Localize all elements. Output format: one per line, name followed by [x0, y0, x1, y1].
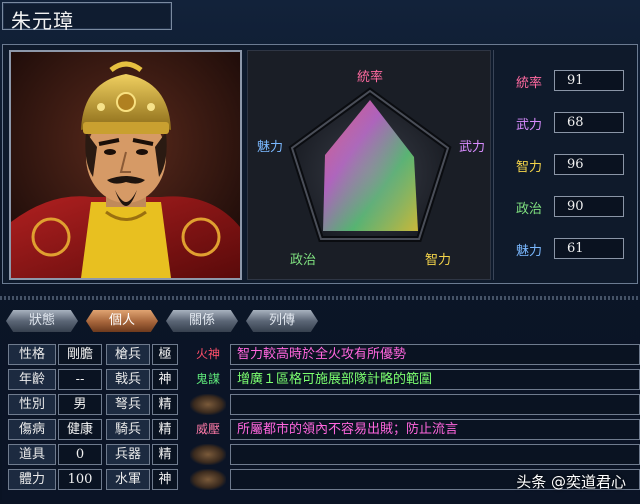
stat-row-politics: 政治 90	[510, 196, 628, 218]
stat-label: 智力	[516, 160, 543, 175]
stat-label: 政治	[516, 202, 543, 217]
portrait-image	[11, 52, 240, 278]
stat-label: 武力	[516, 118, 543, 133]
officer-portrait	[9, 50, 242, 280]
troop-aptitude: 神	[152, 369, 178, 390]
troop-aptitude: 極	[152, 344, 178, 365]
attr-label: 道具	[8, 444, 56, 465]
skill-name[interactable]: 火神	[190, 344, 226, 365]
ability-radar-chart: 統率 武力 智力 政治 魅力	[247, 50, 491, 280]
skill-row-empty	[190, 394, 640, 415]
skill-description: 所屬都市的領內不容易出賊；防止流言	[230, 419, 640, 440]
attr-value: 健康	[58, 419, 102, 440]
stat-value: 96	[554, 154, 624, 175]
radar-label-command: 統率	[357, 69, 383, 85]
troop-aptitude: 神	[152, 469, 178, 490]
troop-aptitude: 精	[152, 394, 178, 415]
stat-value: 90	[554, 196, 624, 217]
attr-value: --	[58, 369, 102, 390]
stat-label: 魅力	[516, 244, 543, 259]
attr-value: 剛膽	[58, 344, 102, 365]
radar-label-politics: 政治	[290, 253, 316, 268]
troop-label: 兵器	[106, 444, 150, 465]
radar-label-war: 武力	[459, 140, 485, 155]
stat-row-intelligence: 智力 96	[510, 154, 628, 176]
skill-description: 增廣１區格可施展部隊計略的範圍	[230, 369, 640, 390]
radar-label-intelligence: 智力	[425, 253, 451, 268]
skill-row: 火神 智力較高時於全火攻有所優勢	[190, 344, 640, 365]
stat-label: 統率	[516, 76, 543, 91]
attr-label: 傷病	[8, 419, 56, 440]
troop-label: 騎兵	[106, 419, 150, 440]
attr-label: 性格	[8, 344, 56, 365]
officer-overview-panel: 統率 武力 智力 政治 魅力 統率 91 武力 68 智力 96 政治 90 魅…	[2, 44, 638, 284]
skill-row: 鬼謀 增廣１區格可施展部隊計略的範圍	[190, 369, 640, 390]
skill-description	[230, 444, 640, 465]
stat-row-war: 武力 68	[510, 112, 628, 134]
attr-value: 男	[58, 394, 102, 415]
stat-value: 91	[554, 70, 624, 91]
officer-name-box: 朱元璋	[2, 2, 172, 33]
radar-label-charisma: 魅力	[257, 140, 283, 155]
attr-value: 100	[58, 469, 102, 490]
tab-status[interactable]: 狀態	[6, 310, 78, 332]
officer-name: 朱元璋	[11, 9, 74, 33]
empty-skill-slot	[190, 469, 226, 490]
section-divider	[0, 296, 640, 300]
attr-label: 體力	[8, 469, 56, 490]
troop-label: 水軍	[106, 469, 150, 490]
attr-label: 性別	[8, 394, 56, 415]
troop-label: 槍兵	[106, 344, 150, 365]
skill-name[interactable]: 威壓	[190, 419, 226, 440]
attr-value: 0	[58, 444, 102, 465]
skill-row: 威壓 所屬都市的領內不容易出賊；防止流言	[190, 419, 640, 440]
skill-name[interactable]: 鬼謀	[190, 369, 226, 390]
skill-row-empty	[190, 444, 640, 465]
stat-row-charisma: 魅力 61	[510, 238, 628, 260]
stat-row-command: 統率 91	[510, 70, 628, 92]
attr-label: 年齡	[8, 369, 56, 390]
troop-label: 戟兵	[106, 369, 150, 390]
stat-value: 68	[554, 112, 624, 133]
troop-aptitude: 精	[152, 419, 178, 440]
troop-aptitude: 精	[152, 444, 178, 465]
skill-description: 智力較高時於全火攻有所優勢	[230, 344, 640, 365]
stat-value: 61	[554, 238, 624, 259]
skill-description	[230, 394, 640, 415]
tab-relations[interactable]: 關係	[166, 310, 238, 332]
troop-label: 弩兵	[106, 394, 150, 415]
tab-personal[interactable]: 個人	[86, 310, 158, 332]
empty-skill-slot	[190, 394, 226, 415]
watermark: 头条 @奕道君心	[516, 473, 626, 491]
empty-skill-slot	[190, 444, 226, 465]
tab-biography[interactable]: 列傳	[246, 310, 318, 332]
radar-svg: 統率 武力 智力 政治 魅力	[257, 69, 485, 268]
stats-panel: 統率 91 武力 68 智力 96 政治 90 魅力 61	[493, 50, 635, 280]
info-tabs: 狀態 個人 關係 列傳	[6, 310, 336, 334]
